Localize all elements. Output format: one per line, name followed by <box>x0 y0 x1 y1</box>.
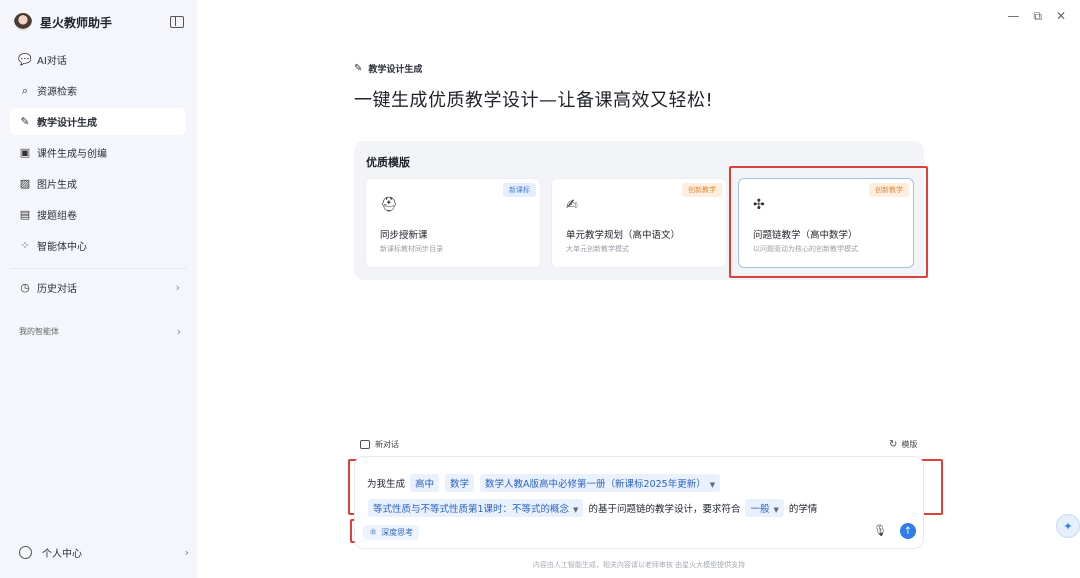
agents-icon: ⁘ <box>20 239 30 252</box>
microphone-icon[interactable]: 🎙 <box>873 524 887 537</box>
page-headline: 一键生成优质教学设计—让备课高效又轻松! <box>354 90 714 111</box>
sidebar-item-history[interactable]: ◷ 历史对话 › <box>10 274 186 301</box>
disclaimer: 内容由人工智能生成，相关内容请以老师审核 由星火大模型提供支持 <box>532 561 746 569</box>
sidebar-item-label: 资源检索 <box>37 87 77 98</box>
network-icon: ✣ <box>753 197 765 213</box>
refresh-icon: ↻ <box>889 439 898 450</box>
sidebar-item-label: 教学设计生成 <box>37 118 97 129</box>
section-title: ✎ 教学设计生成 <box>354 62 422 75</box>
teacher-icon: ⛑ <box>380 197 398 213</box>
app-logo-icon <box>14 13 32 31</box>
template-name: 问题链教学（高中数学） <box>753 230 858 241</box>
chip-stage[interactable]: 高中 <box>410 474 440 492</box>
sidebar-item-ai-chat[interactable]: 💬 AI对话 <box>10 46 186 73</box>
sidebar-item-exam[interactable]: ▤ 搜题组卷 <box>10 201 186 228</box>
prompt-line-2: 等式性质与不等式性质第1课时：不等式的概念 ▼ 的基于问题链的教学设计，要求符合 … <box>365 499 819 517</box>
prompt-composer[interactable]: 为我生成 高中 数学 数学人教A版高中必修第一册（新课标2025年更新） ▼ 等式… <box>354 456 924 549</box>
section-title-text: 教学设计生成 <box>368 65 423 75</box>
sidebar-item-label: AI对话 <box>37 56 67 67</box>
deep-think-label: 深度思考 <box>381 528 414 537</box>
chevron-right-icon: › <box>175 281 180 294</box>
restore-icon[interactable]: ⧉ <box>1033 9 1042 24</box>
chip-lesson[interactable]: 等式性质与不等式性质第1课时：不等式的概念 ▼ <box>368 499 584 517</box>
chevron-right-icon: › <box>184 545 189 559</box>
chip-level[interactable]: 一般 ▼ <box>745 499 784 517</box>
template-card-unit-planning[interactable]: 创新教学 ✍ 单元教学规划（高中语文） 大单元创新教学模式 <box>551 178 727 268</box>
prompt-prefix: 为我生成 <box>367 479 406 490</box>
template-card-question-chain[interactable]: 创新教学 ✣ 问题链教学（高中数学） 以问题驱动为核心的创新教学模式 <box>738 178 914 268</box>
deep-think-button[interactable]: ⚛ 深度思考 <box>363 525 420 540</box>
prompt-suffix: 的学情 <box>788 504 818 515</box>
sidebar-item-label: 课件生成与创编 <box>37 149 107 160</box>
exam-icon: ▤ <box>19 208 31 221</box>
sidebar-item-image-gen[interactable]: ▨ 图片生成 <box>10 170 186 197</box>
sidebar-item-resource-search[interactable]: ⌕ 资源检索 <box>10 77 186 104</box>
template-toggle-button[interactable]: ↻ 模版 <box>889 439 917 450</box>
template-desc: 新课标教材同步目录 <box>380 245 443 253</box>
sidebar: 星火教师助手 💬 AI对话 ⌕ 资源检索 ✎ 教学设计生成 ▣ 课件生成与创编 … <box>0 0 197 578</box>
chip-textbook-text: 数学人教A版高中必修第一册（新课标2025年更新） <box>485 479 706 490</box>
assistant-float-icon[interactable]: ✦ <box>1056 514 1080 538</box>
document-sparkle-icon: ✍ <box>566 197 578 213</box>
sidebar-item-lesson-design[interactable]: ✎ 教学设计生成 <box>10 108 186 135</box>
template-badge: 创新教学 <box>682 183 722 197</box>
sidebar-item-label: 搜题组卷 <box>37 211 77 222</box>
sidebar-divider <box>10 268 186 269</box>
template-name: 同步授新课 <box>380 230 428 241</box>
slides-icon: ▣ <box>19 146 31 159</box>
chevron-down-icon: ▼ <box>709 481 716 489</box>
sidebar-item-label: 智能体中心 <box>37 242 87 253</box>
image-icon: ▨ <box>19 177 31 190</box>
chip-textbook[interactable]: 数学人教A版高中必修第一册（新课标2025年更新） ▼ <box>480 474 721 492</box>
collapse-sidebar-icon[interactable] <box>170 16 184 28</box>
chip-level-text: 一般 <box>750 504 770 515</box>
template-desc: 大单元创新教学模式 <box>566 245 629 253</box>
chip-lesson-text: 等式性质与不等式性质第1课时：不等式的概念 <box>373 504 570 515</box>
chevron-right-icon: › <box>176 324 181 338</box>
templates-title: 优质模版 <box>366 156 410 169</box>
template-desc: 以问题驱动为核心的创新教学模式 <box>753 245 858 253</box>
new-chat-button[interactable]: 新对话 <box>360 439 399 450</box>
chevron-down-icon: ▼ <box>573 506 579 514</box>
pen-icon: ✎ <box>354 63 363 74</box>
user-center-label: 个人中心 <box>42 548 82 560</box>
chevron-down-icon: ▼ <box>773 506 779 514</box>
templates-panel: 优质模版 新课标 ⛑ 同步授新课 新课标教材同步目录 创新教学 ✍ 单元教学规划… <box>354 141 924 280</box>
brain-icon: ⚛ <box>369 527 378 538</box>
send-button[interactable]: ↑ <box>900 523 916 539</box>
my-agents-label: 我的智能体 <box>19 326 59 336</box>
app-name: 星火教师助手 <box>40 15 113 30</box>
my-agents-section[interactable]: 我的智能体 › <box>19 324 185 338</box>
prompt-line-1: 为我生成 高中 数学 数学人教A版高中必修第一册（新课标2025年更新） ▼ <box>365 474 723 492</box>
template-toggle-label: 模版 <box>901 440 918 449</box>
template-badge: 新课标 <box>503 183 536 197</box>
prompt-middle: 的基于问题链的教学设计，要求符合 <box>588 504 741 515</box>
sidebar-item-agents[interactable]: ⁘ 智能体中心 <box>10 232 186 259</box>
template-card-sync-lesson[interactable]: 新课标 ⛑ 同步授新课 新课标教材同步目录 <box>365 178 541 268</box>
minimize-icon[interactable]: — <box>1007 9 1019 24</box>
template-name: 单元教学规划（高中语文） <box>566 230 681 241</box>
clock-icon: ◷ <box>20 281 30 294</box>
brand: 星火教师助手 <box>14 12 184 32</box>
user-icon <box>19 545 32 559</box>
sidebar-history-group: ◷ 历史对话 › <box>10 274 186 305</box>
chat-icon: 💬 <box>18 53 32 66</box>
search-icon: ⌕ <box>21 83 29 97</box>
template-badge: 创新教学 <box>869 183 909 197</box>
sidebar-item-label: 历史对话 <box>37 284 77 295</box>
new-chat-icon <box>360 440 370 449</box>
close-icon[interactable]: ✕ <box>1056 9 1066 24</box>
new-chat-label: 新对话 <box>375 440 399 449</box>
sidebar-item-courseware[interactable]: ▣ 课件生成与创编 <box>10 139 186 166</box>
pen-icon: ✎ <box>20 115 30 128</box>
sidebar-item-label: 图片生成 <box>37 180 77 191</box>
user-center[interactable]: 个人中心 › <box>19 542 189 562</box>
sidebar-nav: 💬 AI对话 ⌕ 资源检索 ✎ 教学设计生成 ▣ 课件生成与创编 ▨ 图片生成 … <box>10 46 186 263</box>
chip-subject[interactable]: 数学 <box>445 474 475 492</box>
window-controls: — ⧉ ✕ <box>1007 9 1066 24</box>
